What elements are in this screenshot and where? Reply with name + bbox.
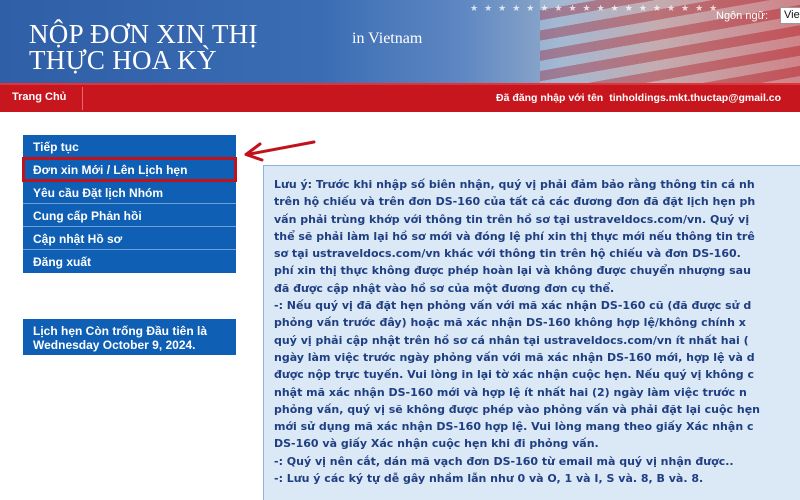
site-title-line1: NỘP ĐƠN XIN THỊ — [29, 19, 258, 49]
appointment-date: Wednesday October 9, 2024. — [33, 338, 196, 352]
notice-line: -: Nếu quý vị đã đặt hẹn phỏng vấn với m… — [274, 299, 752, 313]
notice-line: phỏng vấn, quý vị sẽ không được phép vào… — [274, 402, 761, 416]
language-label: Ngôn ngữ: — [716, 10, 769, 22]
notice-line: đã được cập nhật vào hồ sơ của một đương… — [274, 281, 615, 295]
notice-line: DS-160 và giấy Xác nhận cuộc hẹn khi đi … — [274, 437, 599, 451]
notice-line: ngày làm việc trước ngày phỏng vấn với m… — [274, 350, 755, 364]
sidebar-menu: Tiếp tục Đơn xin Mới / Lên Lịch hẹn Yêu … — [22, 135, 237, 273]
red-arrow-icon — [244, 140, 316, 162]
notice-line: nhật mã xác nhận DS-160 mới và hợp lệ ít… — [274, 385, 747, 399]
login-status-label: Đã đăng nhập với tên — [496, 92, 604, 104]
menu-item-new-application[interactable]: Đơn xin Mới / Lên Lịch hẹn — [22, 157, 237, 182]
login-username: tinholdings.mkt.thuctap@gmail.co — [609, 92, 782, 104]
notice-line: Lưu ý: Trước khi nhập số biên nhận, quý … — [274, 178, 755, 191]
notice-line: phí xin thị thực không được phép hoàn lạ… — [274, 264, 751, 278]
menu-item-feedback[interactable]: Cung cấp Phản hồi — [23, 204, 236, 227]
menu-item-continue[interactable]: Tiếp tục — [23, 135, 236, 158]
top-navbar: Trang Chủ Đã đăng nhập với tên tinholding… — [0, 83, 800, 112]
notice-line: phỏng vấn trước đây) hoặc mã xác nhận DS… — [274, 316, 746, 330]
first-available-appointment: Lịch hẹn Còn trống Đầu tiên là Wednesday… — [23, 319, 236, 355]
notice-line: quý vị phải cập nhật trên hồ sơ cá nhân … — [274, 333, 749, 347]
flag-stars-decoration: ★★★★★★★★★★★★★★★★★★ — [470, 4, 717, 44]
notice-panel: Lưu ý: Trước khi nhập số biên nhận, quý … — [263, 165, 800, 500]
notice-line: được nộp trực tuyến. Vui lòng in lại tờ … — [274, 368, 754, 382]
notice-line: vấn phải trùng khớp với thông tin trên h… — [274, 212, 750, 226]
menu-item-group-appointment[interactable]: Yêu cầu Đặt lịch Nhóm — [23, 181, 236, 204]
login-status: Đã đăng nhập với tên tinholdings.mkt.thuc… — [496, 92, 781, 104]
notice-line: sơ tại ustraveldocs.com/vn khác với thôn… — [274, 247, 741, 261]
appointment-line1: Lịch hẹn Còn trống Đầu tiên là — [33, 324, 207, 338]
language-select[interactable]: Viet — [780, 7, 800, 24]
notice-line: thể sẽ phải làm lại hồ sơ mới và đóng lệ… — [274, 229, 755, 243]
notice-line: trên hộ chiếu và trên đơn DS-160 của tất… — [274, 195, 756, 209]
site-title[interactable]: NỘP ĐƠN XIN THỊ THỰC HOA KỲ — [29, 19, 258, 75]
country-label: in Vietnam — [352, 30, 423, 47]
site-title-line2: THỰC HOA KỲ — [29, 45, 217, 75]
menu-item-logout[interactable]: Đăng xuất — [23, 250, 236, 273]
nav-divider — [82, 87, 83, 110]
notice-line: -: Quý vị nên cắt, dán mã vạch đơn DS-16… — [274, 454, 734, 468]
notice-line: -: Lưu ý các ký tự dễ gây nhầm lẫn như 0… — [274, 472, 704, 486]
site-header: ★★★★★★★★★★★★★★★★★★ NỘP ĐƠN XIN THỊ THỰC … — [0, 0, 800, 83]
notice-line: mới sử dụng mã xác nhận DS-160 hợp lệ. V… — [274, 420, 754, 434]
nav-home-link[interactable]: Trang Chủ — [12, 91, 66, 103]
menu-item-update-profile[interactable]: Cập nhật Hồ sơ — [23, 227, 236, 250]
